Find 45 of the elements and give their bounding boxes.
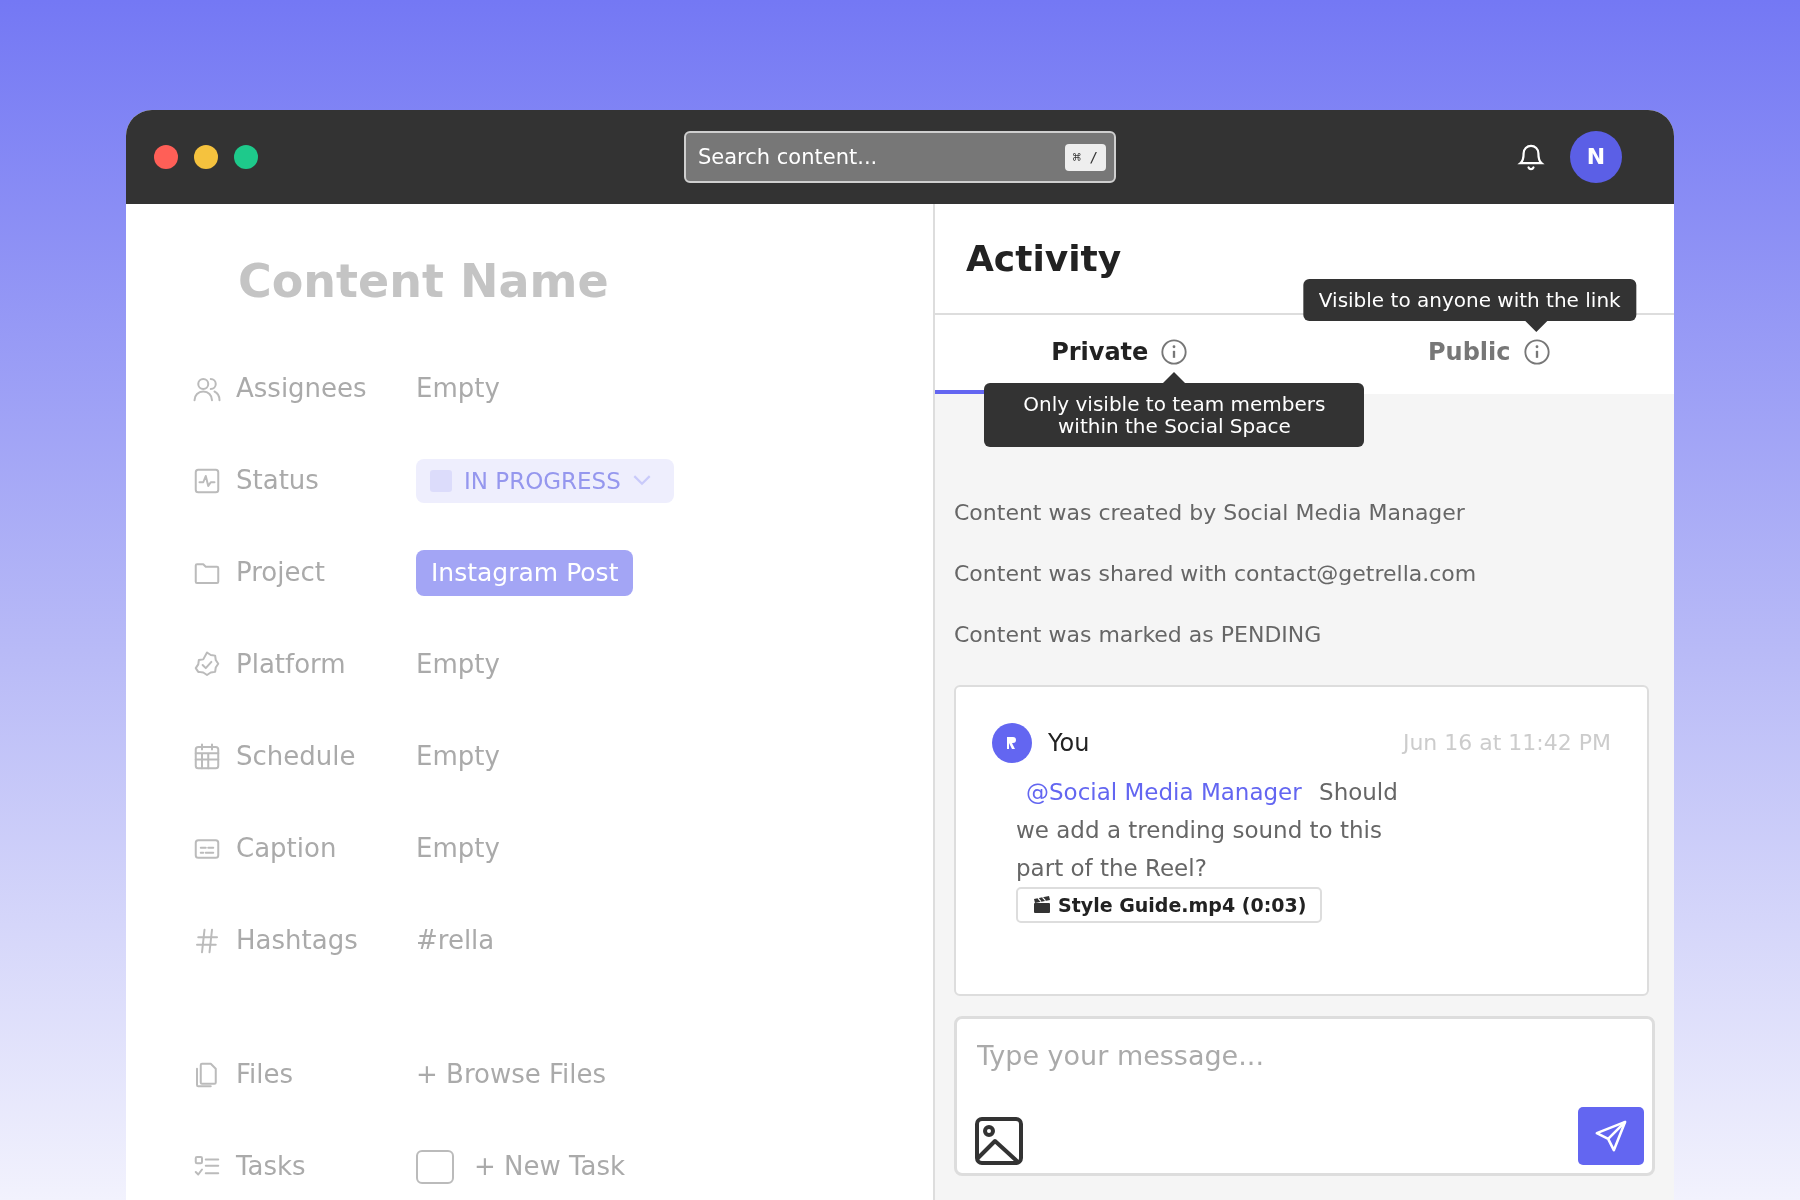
field-label: Assignees [236, 372, 368, 406]
field-label: Hashtags [236, 924, 359, 958]
field-value: #rella [416, 924, 495, 958]
new-task-link[interactable]: + New Task [474, 1147, 626, 1187]
panel-title: Activity [966, 236, 1122, 280]
comment-author: You [1048, 727, 1090, 759]
field-value: Empty [416, 740, 500, 774]
send-button[interactable] [1578, 1106, 1644, 1165]
tooltip: Visible to anyone with the link [1302, 279, 1637, 333]
window-control-dot[interactable] [154, 144, 178, 169]
task-checkbox[interactable] [416, 1149, 454, 1184]
field-label: Caption [236, 832, 338, 866]
field-label: Files [236, 1058, 295, 1092]
user-avatar[interactable]: N [1570, 130, 1622, 183]
clapperboard-icon [1032, 895, 1052, 916]
project-tag[interactable]: Instagram Post [416, 550, 634, 596]
tooltip: Only visible to team members within the Social Space [984, 372, 1365, 448]
field-value: Empty [416, 648, 500, 682]
field-label: Status [236, 464, 320, 498]
browse-files-link[interactable]: + Browse Files [416, 1055, 607, 1095]
calendar-icon [192, 741, 222, 772]
field-value: Empty [416, 832, 500, 866]
chevron-down-icon [632, 475, 651, 487]
comment-text: @Social Media Manager Should we add a trending sound to this part of the Reel? [1016, 777, 1399, 883]
mention-link[interactable]: @Social Media Manager [1016, 778, 1312, 805]
status-dropdown[interactable]: IN PROGRESS [416, 458, 674, 503]
avatar-icon [992, 722, 1032, 763]
attachment-chip[interactable]: Style Guide.mp4 (0:03) [1016, 886, 1323, 924]
field-label: Tasks [236, 1150, 307, 1184]
send-icon [1594, 1118, 1628, 1153]
field-label: Platform [236, 648, 347, 682]
window-control-dot[interactable] [194, 144, 218, 169]
content-title: Content Name [238, 252, 610, 310]
image-icon[interactable] [975, 1116, 1023, 1165]
activity-event: Content was marked as PENDING [954, 620, 1323, 649]
window-control-dot[interactable] [234, 144, 258, 169]
activity-event: Content was created by Social Media Manager [954, 498, 1466, 527]
activity-event: Content was shared with contact@getrella.com [954, 559, 1478, 588]
message-box[interactable]: Type your message... [954, 1015, 1655, 1176]
field-label: Project [236, 556, 326, 590]
message-field[interactable]: Type your message... [975, 1034, 1644, 1078]
field-label: Schedule [236, 740, 357, 774]
info-icon[interactable] [1160, 338, 1189, 367]
info-icon[interactable] [1522, 338, 1551, 367]
field-value: Empty [416, 372, 500, 406]
